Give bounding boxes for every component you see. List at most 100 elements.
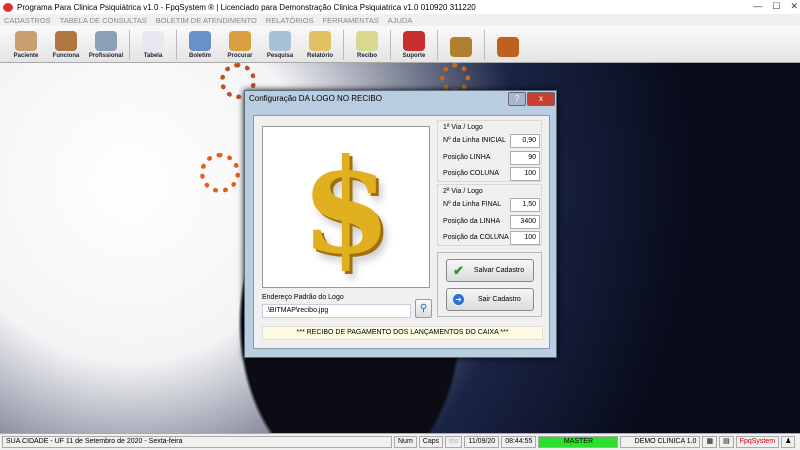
field-label: Nº da Linha INICIAL	[443, 137, 506, 144]
toolbar-button-relatório[interactable]: Relatório	[300, 27, 340, 62]
status-date: 11/09/20	[464, 436, 500, 448]
logo-preview: $	[262, 126, 430, 288]
exit-button[interactable]: ➜ Sair Cadastro	[446, 288, 534, 311]
profissional-icon	[95, 31, 117, 51]
group-title: 1ª Via / Logo	[443, 124, 483, 131]
exit-label: Sair Cadastro	[478, 296, 521, 303]
dollar-logo-icon: $	[300, 130, 392, 283]
menu-ferramentas[interactable]: FERRAMENTAS	[323, 16, 379, 25]
footer-banner: *** RECIBO DE PAGAMENTO DOS LANÇAMENTOS …	[262, 326, 543, 340]
toolbar-separator	[129, 30, 130, 60]
close-window-button[interactable]: ✕	[790, 1, 798, 12]
toolbar-button-funciona[interactable]: Funciona	[46, 27, 86, 62]
toolbar-label: Profissional	[88, 53, 124, 59]
toolbar-label: Suporte	[402, 53, 426, 59]
minimize-button[interactable]: —	[753, 1, 762, 12]
menu-bar: CADASTROS TABELA DE CONSULTAS BOLETIM DE…	[0, 14, 800, 26]
status-bar: SUA CIDADE - UF 11 de Setembro de 2020 -…	[0, 433, 800, 450]
toolbar-label: Boletim	[188, 53, 211, 59]
field-input[interactable]: 1,50	[510, 198, 540, 212]
status-ins: Ins	[445, 436, 463, 448]
dialog-close-button[interactable]: x	[527, 92, 555, 106]
dialog-panel: $ 1ª Via / Logo 2ª Via / Logo Nº da Linh…	[253, 115, 550, 349]
status-brand: FpqSystem	[735, 436, 780, 448]
help-button[interactable]: ?	[508, 92, 526, 106]
recibo-icon	[356, 31, 378, 51]
maximize-button[interactable]: ☐	[772, 1, 780, 12]
pesquisa-icon	[269, 31, 291, 51]
field-input[interactable]: 90	[510, 150, 540, 165]
magnifier-icon: ⚲	[419, 303, 428, 314]
toolbar-button-pesquisa[interactable]: Pesquisa	[260, 27, 300, 62]
checkmark-icon: ✔	[453, 262, 464, 278]
dialog-title: Configuração DA LOGO NO RECIBO	[249, 94, 382, 103]
menu-boletim[interactable]: BOLETIM DE ATENDIMENTO	[156, 16, 257, 25]
menu-cadastros[interactable]: CADASTROS	[4, 16, 51, 25]
field-input[interactable]: 0,90	[510, 134, 540, 148]
menu-relatorios[interactable]: RELATÓRIOS	[266, 16, 314, 25]
browse-search-button[interactable]: ⚲	[415, 299, 432, 318]
toolbar-label: Tabela	[143, 53, 163, 59]
toolbar-button-procurar[interactable]: Procurar	[220, 27, 260, 62]
field-input[interactable]: 3400	[510, 214, 540, 229]
status-time: 08:44:55	[501, 436, 537, 448]
toolbar-button-profissional[interactable]: Profissional	[86, 27, 126, 62]
field-label: Posição COLUNA	[443, 170, 500, 177]
actions-group: ✔ Salvar Cadastro ➜ Sair Cadastro	[437, 252, 542, 317]
toolbar-button-item11[interactable]	[488, 27, 528, 62]
relatório-icon	[309, 31, 331, 51]
procurar-icon	[229, 31, 251, 51]
app-logo-icon	[3, 2, 13, 12]
toolbar-label: Funciona	[52, 53, 80, 59]
field-label: Posição da COLUNA	[443, 234, 509, 241]
toolbar-separator	[343, 30, 344, 60]
save-button[interactable]: ✔ Salvar Cadastro	[446, 259, 534, 282]
toolbar-label: Recibo	[356, 53, 377, 59]
field-input[interactable]: 100	[510, 167, 540, 181]
toolbar-button-item10[interactable]	[441, 27, 481, 62]
toolbar-button-boletim[interactable]: Boletim	[180, 27, 220, 62]
gear-decoration	[200, 153, 240, 193]
title-bar: Programa Para Clinica Psiquiátrica v1.0 …	[0, 0, 800, 14]
field-label: Nº da Linha FINAL	[443, 201, 502, 208]
arrow-right-icon: ➜	[453, 294, 464, 305]
toolbar-button-suporte[interactable]: Suporte	[394, 27, 434, 62]
menu-ajuda[interactable]: AJUDA	[388, 16, 413, 25]
path-input[interactable]: .\BITMAP\recibo.jpg	[262, 304, 411, 318]
tabela-icon	[142, 31, 164, 51]
field-input[interactable]: 100	[510, 231, 540, 245]
calculator-icon[interactable]: ▦	[702, 436, 718, 448]
toolbar-separator	[437, 30, 438, 60]
save-label: Salvar Cadastro	[473, 267, 525, 274]
tool10-icon	[450, 37, 472, 57]
field-label: Posição LINHA	[443, 153, 491, 161]
toolbar-separator	[484, 30, 485, 60]
toolbar: Paciente Funciona Profissional Tabela Boleti…	[0, 26, 800, 63]
toolbar-button-recibo[interactable]: Recibo	[347, 27, 387, 62]
menu-tabela-consultas[interactable]: TABELA DE CONSULTAS	[60, 16, 147, 25]
status-company: DEMO CLINICA 1.0	[620, 436, 701, 448]
toolbar-label: Procurar	[227, 53, 253, 59]
user-icon[interactable]: ♟	[781, 436, 796, 448]
path-label: Endereço Padrão do Logo	[262, 294, 344, 301]
toolbar-separator	[390, 30, 391, 60]
suporte-icon	[403, 31, 425, 51]
status-user: MASTER	[538, 436, 619, 448]
computer-icon[interactable]: ▤	[719, 436, 734, 448]
toolbar-button-tabela[interactable]: Tabela	[133, 27, 173, 62]
toolbar-label: Paciente	[13, 53, 39, 59]
toolbar-button-paciente[interactable]: Paciente	[6, 27, 46, 62]
status-num: Num	[394, 436, 417, 448]
boletim-icon	[189, 31, 211, 51]
logo-config-dialog: Configuração DA LOGO NO RECIBO ? x $ 1ª …	[244, 90, 557, 358]
field-label: Posição da LINHA	[443, 217, 501, 225]
window-title: Programa Para Clinica Psiquiátrica v1.0 …	[17, 2, 476, 12]
status-city-date: SUA CIDADE - UF 11 de Setembro de 2020 -…	[2, 436, 392, 448]
paciente-icon	[15, 31, 37, 51]
tool11-icon	[497, 37, 519, 57]
toolbar-label: Relatório	[306, 53, 333, 59]
group-title: 2ª Via / Logo	[443, 188, 483, 195]
status-caps: Caps	[418, 436, 444, 448]
funciona-icon	[55, 31, 77, 51]
toolbar-separator	[176, 30, 177, 60]
